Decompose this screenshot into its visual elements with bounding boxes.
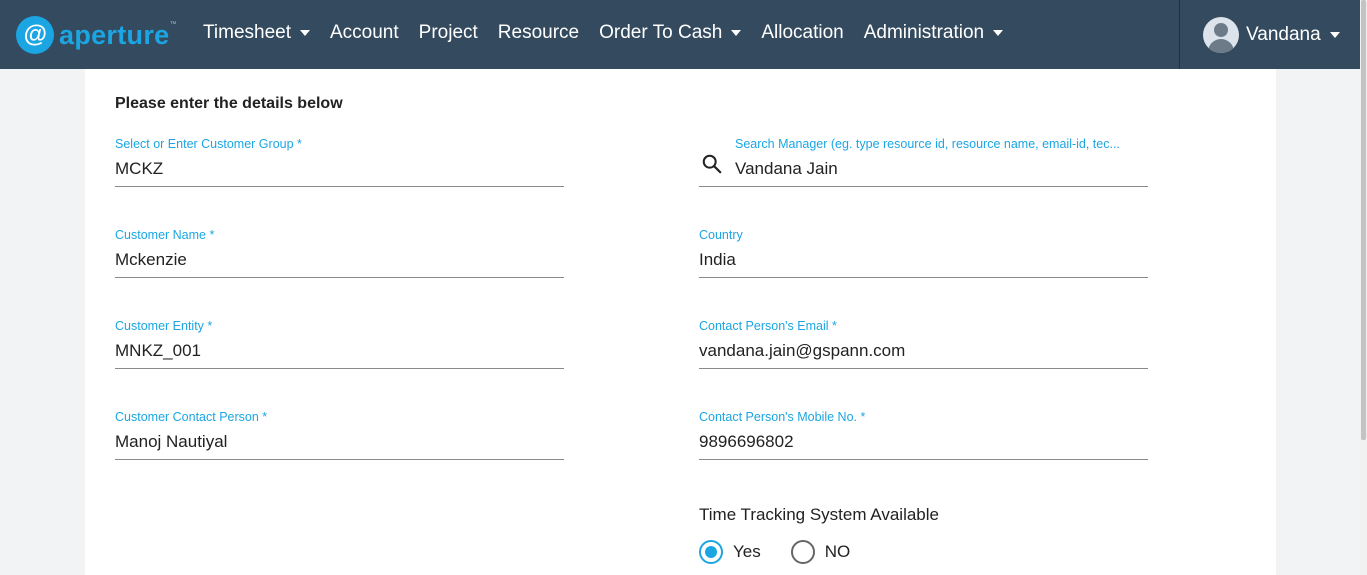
aperture-logo[interactable]: @ aperture ™ (16, 15, 176, 55)
user-name: Vandana (1246, 23, 1321, 45)
nav-administration-label: Administration (863, 21, 985, 43)
search-manager-input[interactable] (735, 159, 1147, 179)
nav-resource-label: Resource (497, 21, 580, 43)
nav-project[interactable]: Project (409, 22, 488, 44)
logo-text: aperture (59, 19, 170, 50)
nav-project-label: Project (418, 21, 478, 43)
customer-name-input[interactable] (115, 250, 564, 270)
customer-name-label: Customer Name * (115, 228, 215, 242)
user-avatar-icon (1203, 16, 1239, 53)
time-tracking-yes-option[interactable]: Yes (699, 540, 761, 564)
nav-account-label: Account (330, 21, 399, 43)
customer-group-input[interactable] (115, 159, 564, 179)
nav-timesheet[interactable]: Timesheet (193, 22, 320, 44)
time-tracking-yes-label: Yes (733, 542, 761, 561)
contact-mobile-input[interactable] (699, 432, 1148, 452)
logo-trademark: ™ (169, 21, 177, 28)
contact-email-label: Contact Person's Email * (699, 319, 837, 333)
time-tracking-no-option[interactable]: NO (790, 540, 851, 564)
nav-order-to-cash-label: Order To Cash (599, 21, 723, 43)
nav-allocation-label: Allocation (761, 21, 844, 43)
chevron-down-icon (993, 29, 1004, 36)
contact-mobile-field: Contact Person's Mobile No. * (699, 404, 1148, 460)
customer-contact-person-field: Customer Contact Person * (115, 404, 564, 460)
nav-resource[interactable]: Resource (488, 22, 589, 44)
nav-timesheet-label: Timesheet (203, 21, 291, 43)
radio-checked-icon[interactable] (699, 540, 723, 564)
customer-contact-person-label: Customer Contact Person * (115, 410, 268, 424)
search-manager-field: Search Manager (eg. type resource id, re… (699, 131, 1148, 187)
main-nav-menu: Timesheet Account Project Resource Order… (193, 0, 1013, 65)
nav-account[interactable]: Account (320, 22, 409, 44)
country-label: Country (699, 228, 743, 242)
radio-unchecked-icon[interactable] (790, 540, 815, 564)
form-title: Please enter the details below (115, 95, 343, 112)
contact-email-field: Contact Person's Email * (699, 313, 1148, 369)
customer-entity-label: Customer Entity * (115, 319, 213, 333)
customer-entity-field: Customer Entity * (115, 313, 564, 369)
customer-group-field: Select or Enter Customer Group * (115, 131, 564, 187)
time-tracking-no-label: NO (824, 542, 851, 561)
chevron-down-icon (1329, 31, 1340, 38)
time-tracking-label: Time Tracking System Available (699, 505, 939, 524)
user-menu[interactable]: Vandana (1179, 0, 1360, 69)
nav-allocation[interactable]: Allocation (751, 22, 853, 44)
page-scrollbar[interactable] (1360, 0, 1367, 575)
chevron-down-icon (731, 29, 742, 36)
top-navbar: @ aperture ™ Timesheet Account Project R… (0, 0, 1360, 69)
nav-order-to-cash[interactable]: Order To Cash (589, 22, 751, 44)
chevron-down-icon (300, 29, 310, 36)
customer-name-field: Customer Name * (115, 222, 564, 278)
search-manager-label: Search Manager (eg. type resource id, re… (735, 137, 1120, 151)
nav-administration[interactable]: Administration (854, 22, 1013, 44)
logo-at-icon: @ (16, 16, 54, 54)
scrollbar-thumb[interactable] (1361, 0, 1366, 440)
country-input[interactable] (699, 250, 1148, 270)
time-tracking-radio-group: Yes NO (699, 540, 880, 564)
contact-email-input[interactable] (699, 341, 1148, 361)
customer-contact-person-input[interactable] (115, 432, 564, 452)
customer-group-label: Select or Enter Customer Group * (115, 137, 302, 151)
customer-entity-input[interactable] (115, 341, 564, 361)
country-field: Country (699, 222, 1148, 278)
contact-mobile-label: Contact Person's Mobile No. * (699, 410, 866, 424)
search-icon[interactable] (701, 153, 723, 175)
